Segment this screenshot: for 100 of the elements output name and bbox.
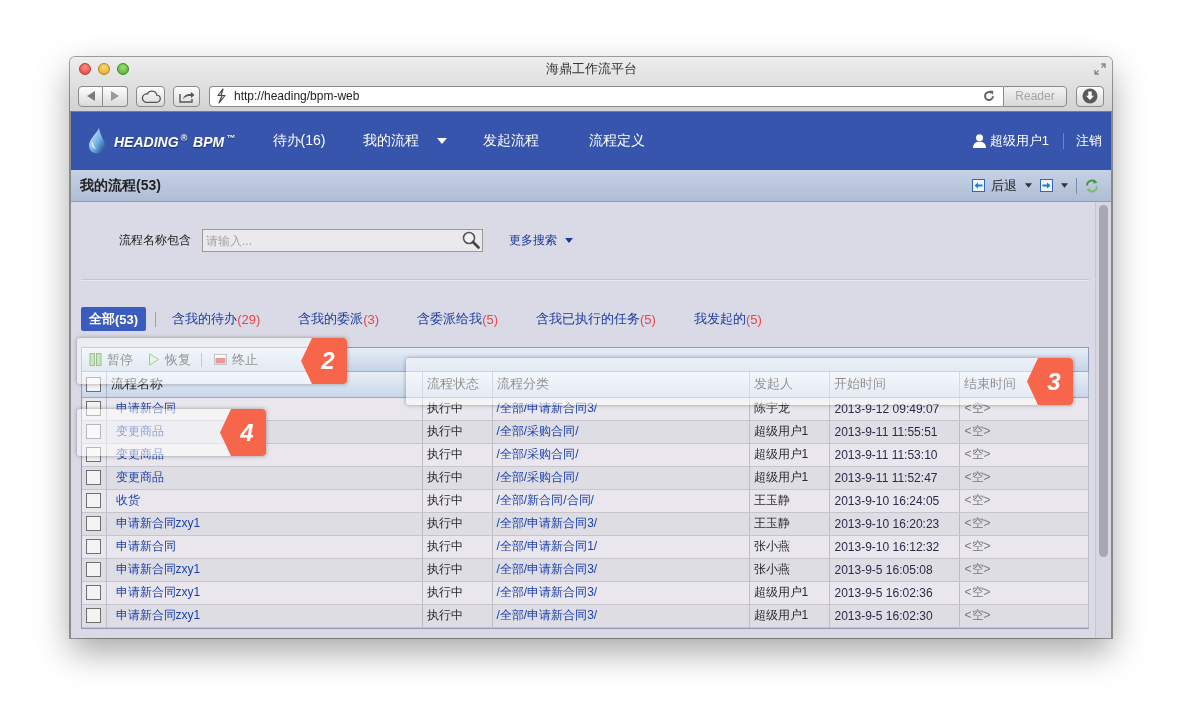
nav-link[interactable]: 待办(16) [246, 132, 352, 150]
url-text: http://heading/bpm-web [234, 89, 361, 103]
download-icon [1082, 88, 1098, 104]
table-row[interactable]: 申请新合同zxy1 执行中 /全部/申请新合同3/ 张小燕 2013-9-5 16:05:08 <空> [82, 558, 1088, 581]
row-checkbox[interactable] [86, 562, 101, 577]
process-name-link[interactable]: 申请新合同zxy1 [115, 608, 201, 622]
table-row[interactable]: 变更商品 执行中 /全部/采购合同/ 超级用户1 2013-9-11 11:52:47 <空> [82, 466, 1088, 489]
forward-arrow-icon [111, 91, 119, 101]
select-all-checkbox[interactable] [86, 376, 101, 392]
end-time-cell: <空> [964, 585, 991, 599]
category-link[interactable]: /全部/申请新合同3/ [496, 562, 598, 576]
table-row[interactable]: 申请新合同zxy1 执行中 /全部/申请新合同3/ 超级用户1 2013-9-5 16:02:36 <空> [82, 581, 1088, 604]
download-button[interactable] [1076, 85, 1104, 107]
status-cell: 执行中 [426, 539, 463, 553]
search-icon[interactable] [462, 231, 480, 249]
play-icon [147, 353, 160, 366]
filter-tab[interactable]: 含我的委派(3) [298, 310, 380, 328]
status-cell: 执行中 [426, 447, 463, 461]
initiator-cell: 超级用户1 [753, 608, 809, 622]
category-link[interactable]: /全部/申请新合同3/ [496, 516, 598, 530]
process-name-link[interactable]: 申请新合同zxy1 [115, 585, 201, 599]
initiator-cell: 超级用户1 [753, 585, 809, 599]
share-button[interactable] [173, 85, 200, 107]
search-field[interactable]: 请输入... [202, 229, 483, 252]
process-name-link[interactable]: 申请新合同zxy1 [115, 562, 201, 576]
start-time-cell: 2013-9-5 16:02:36 [834, 585, 933, 600]
filter-tab[interactable]: 含我的待办(29) [172, 310, 261, 328]
process-name-link[interactable]: 变更商品 [115, 470, 164, 484]
end-time-cell: <空> [964, 424, 991, 438]
filter-tab[interactable]: 含委派给我(5) [417, 310, 499, 328]
back-button[interactable] [78, 85, 103, 107]
back-button[interactable]: 后退 [972, 176, 1032, 195]
caret-icon [437, 138, 447, 144]
table-row[interactable]: 收货 执行中 /全部/新合同/合同/ 王玉静 2013-9-10 16:24:05 <空> [82, 489, 1088, 512]
caret-icon [1061, 183, 1068, 188]
category-link[interactable]: /全部/申请新合同3/ [496, 585, 598, 599]
reload-icon[interactable] [983, 90, 995, 102]
more-search-link[interactable]: 更多搜索 [509, 232, 573, 249]
status-cell: 执行中 [426, 493, 463, 507]
end-time-cell: <空> [964, 470, 991, 484]
category-link[interactable]: /全部/采购合同/ [496, 470, 579, 484]
process-name-link[interactable]: 申请新合同 [115, 539, 176, 553]
initiator-cell: 张小燕 [753, 562, 790, 576]
table-row[interactable]: 申请新合同zxy1 执行中 /全部/申请新合同3/ 王玉静 2013-9-10 16:20:23 <空> [82, 512, 1088, 535]
search-label: 流程名称包含 [119, 232, 191, 249]
nav-link[interactable]: 发起流程 [458, 132, 564, 150]
close-button[interactable] [79, 63, 91, 75]
category-link[interactable]: /全部/申请新合同1/ [496, 539, 598, 553]
row-checkbox[interactable] [86, 470, 101, 485]
stop-icon [214, 353, 227, 366]
process-name-link[interactable]: 申请新合同 [115, 401, 176, 415]
cloud-button[interactable] [136, 85, 165, 107]
fullscreen-icon[interactable] [1094, 63, 1106, 75]
filter-tab[interactable]: 我发起的(5) [693, 310, 762, 328]
user-name-link[interactable]: 超级用户1 [989, 132, 1049, 150]
category-link[interactable]: /全部/采购合同/ [496, 424, 579, 438]
user-icon [972, 134, 986, 148]
row-checkbox[interactable] [86, 539, 101, 554]
process-name-link[interactable]: 收货 [115, 493, 140, 507]
initiator-cell: 超级用户1 [753, 447, 809, 461]
row-checkbox[interactable] [86, 424, 101, 439]
minimize-button[interactable] [98, 63, 110, 75]
category-link[interactable]: /全部/采购合同/ [496, 447, 579, 461]
end-time-cell: <空> [964, 401, 991, 415]
logout-link[interactable]: 注销 [1076, 132, 1102, 150]
zoom-button[interactable] [117, 63, 129, 75]
row-checkbox[interactable] [86, 516, 101, 531]
site-icon [216, 88, 226, 104]
status-cell: 执行中 [426, 585, 463, 599]
start-time-cell: 2013-9-10 16:20:23 [834, 516, 940, 531]
row-checkbox[interactable] [86, 401, 101, 416]
table-row[interactable]: 申请新合同 执行中 /全部/申请新合同1/ 张小燕 2013-9-10 16:12:32 <空> [82, 535, 1088, 558]
initiator-cell: 陈宇龙 [753, 401, 790, 415]
nav-link[interactable]: 我的流程 [352, 132, 458, 150]
scrollbar-thumb[interactable] [1099, 205, 1108, 557]
forward-button[interactable] [1040, 179, 1068, 192]
table-row[interactable]: 申请新合同zxy1 执行中 /全部/申请新合同3/ 超级用户1 2013-9-5 16:02:30 <空> [82, 604, 1088, 627]
callout-badge: 2 [301, 338, 347, 384]
status-cell: 执行中 [426, 470, 463, 484]
process-name-link[interactable]: 申请新合同zxy1 [115, 516, 201, 530]
row-checkbox[interactable] [86, 608, 101, 623]
row-checkbox[interactable] [86, 585, 101, 600]
row-checkbox[interactable] [86, 493, 101, 508]
cloud-icon [140, 89, 161, 103]
row-checkbox[interactable] [86, 447, 101, 462]
nav-link[interactable]: 流程定义 [564, 132, 670, 150]
filter-tab[interactable]: 全部(53) [81, 307, 147, 331]
caret-icon [1025, 183, 1032, 188]
caret-icon [565, 238, 573, 243]
address-field[interactable]: http://heading/bpm-web [209, 85, 1003, 107]
status-cell: 执行中 [426, 516, 463, 530]
category-link[interactable]: /全部/申请新合同3/ [496, 401, 598, 415]
share-icon [178, 89, 195, 103]
end-time-cell: <空> [964, 562, 991, 576]
status-cell: 执行中 [426, 424, 463, 438]
panel-title: 我的流程(53) [80, 176, 161, 195]
category-link[interactable]: /全部/新合同/合同/ [496, 493, 594, 507]
filter-tab[interactable]: 含我已执行的任务(5) [536, 310, 656, 328]
start-time-cell: 2013-9-5 16:05:08 [834, 562, 933, 577]
category-link[interactable]: /全部/申请新合同3/ [496, 608, 598, 622]
